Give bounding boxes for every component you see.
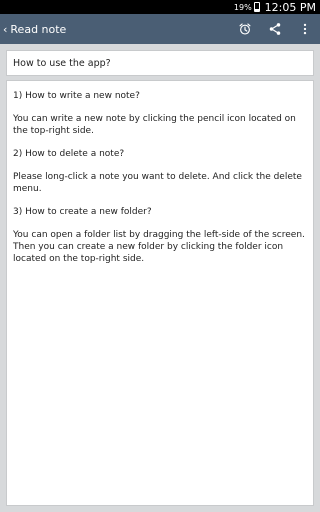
status-time: 12:05 PM (264, 0, 316, 14)
note-paragraph: 2) How to delete a note? (13, 149, 125, 159)
note-paragraph: Please long-click a note you want to del… (13, 172, 302, 194)
note-body[interactable]: 1) How to write a new note? You can writ… (6, 80, 314, 506)
back-button[interactable]: ‹ Read note (0, 14, 72, 44)
chevron-left-icon: ‹ (3, 22, 8, 36)
alarm-icon (239, 23, 251, 35)
alarm-button[interactable] (230, 14, 260, 44)
battery-percentage: 19% (233, 2, 252, 12)
app-bar: ‹ Read note (0, 14, 320, 44)
screen-title: Read note (10, 22, 67, 36)
note-paragraph: You can write a new note by clicking the… (13, 114, 296, 136)
share-button[interactable] (260, 14, 290, 44)
share-icon (269, 23, 281, 35)
more-vert-icon (303, 23, 307, 35)
note-paragraph: 3) How to create a new folder? (13, 207, 152, 217)
note-title[interactable]: How to use the app? (6, 50, 314, 76)
battery-icon (253, 2, 260, 12)
more-options-button[interactable] (290, 14, 320, 44)
status-bar: 19% 12:05 PM (0, 0, 320, 14)
note-paragraph: 1) How to write a new note? (13, 91, 140, 101)
note-paragraph: You can open a folder list by dragging t… (13, 230, 305, 264)
